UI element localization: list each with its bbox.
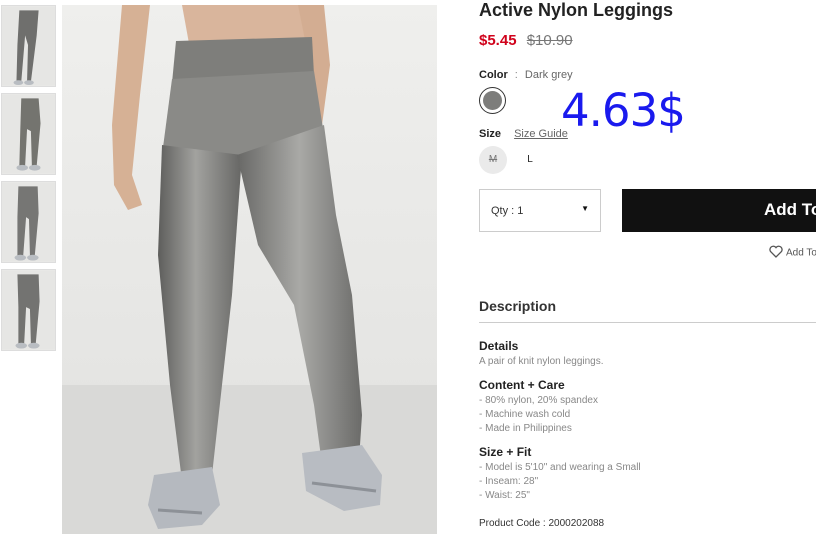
product-info-panel: Active Nylon Leggings $5.45 $10.90 Color… bbox=[479, 0, 816, 534]
details-text: A pair of knit nylon leggings. bbox=[479, 356, 604, 367]
wishlist-label: Add To Wishlist bbox=[786, 247, 816, 259]
fit-line: - Model is 5'10" and wearing a Small bbox=[479, 462, 641, 473]
size-option-m[interactable]: M bbox=[479, 146, 507, 174]
thumbnail-4[interactable] bbox=[1, 269, 56, 351]
color-swatch-dark-grey[interactable] bbox=[479, 87, 506, 114]
size-label: Size bbox=[479, 128, 502, 140]
original-price: $10.90 bbox=[526, 32, 573, 49]
caret-down-icon: ▼ bbox=[581, 204, 589, 213]
price-row: $5.45 $10.90 bbox=[479, 32, 573, 49]
content-line: - 80% nylon, 20% spandex bbox=[479, 395, 598, 406]
content-care-title: Content + Care bbox=[479, 378, 565, 392]
thumbnail-3[interactable] bbox=[1, 181, 56, 263]
size-fit-title: Size + Fit bbox=[479, 445, 532, 459]
thumbnail-2[interactable] bbox=[1, 93, 56, 175]
product-main-image bbox=[62, 5, 437, 534]
color-row: Color : Dark grey bbox=[479, 69, 573, 81]
add-to-wishlist-link[interactable]: Add To Wishlist bbox=[769, 245, 816, 261]
quantity-select[interactable]: Qty : 1 ▼ bbox=[479, 189, 601, 232]
description-heading[interactable]: Description bbox=[479, 298, 556, 314]
content-line: - Made in Philippines bbox=[479, 423, 572, 434]
description-divider bbox=[479, 322, 816, 323]
fit-line: - Inseam: 28" bbox=[479, 476, 539, 487]
add-to-bag-label: Add To Bag bbox=[764, 200, 816, 219]
size-option-l[interactable]: L bbox=[517, 146, 543, 174]
add-to-bag-button[interactable]: Add To Bag bbox=[622, 189, 816, 232]
quantity-value: Qty : 1 bbox=[491, 205, 524, 217]
overlay-price-annotation: 4.63$ bbox=[561, 84, 686, 137]
content-line: - Machine wash cold bbox=[479, 409, 571, 420]
fit-line: - Waist: 25" bbox=[479, 490, 530, 501]
color-label: Color bbox=[479, 69, 508, 81]
details-title: Details bbox=[479, 339, 519, 353]
sale-price: $5.45 bbox=[479, 32, 517, 49]
product-title: Active Nylon Leggings bbox=[479, 0, 674, 20]
color-separator: : bbox=[514, 69, 518, 81]
product-code: Product Code : 2000202088 bbox=[479, 518, 605, 529]
size-guide-link[interactable]: Size Guide bbox=[514, 128, 568, 140]
size-row: Size Size Guide bbox=[479, 128, 568, 140]
heart-icon bbox=[769, 245, 783, 261]
thumbnail-1[interactable] bbox=[1, 5, 56, 87]
color-value: Dark grey bbox=[524, 69, 573, 81]
